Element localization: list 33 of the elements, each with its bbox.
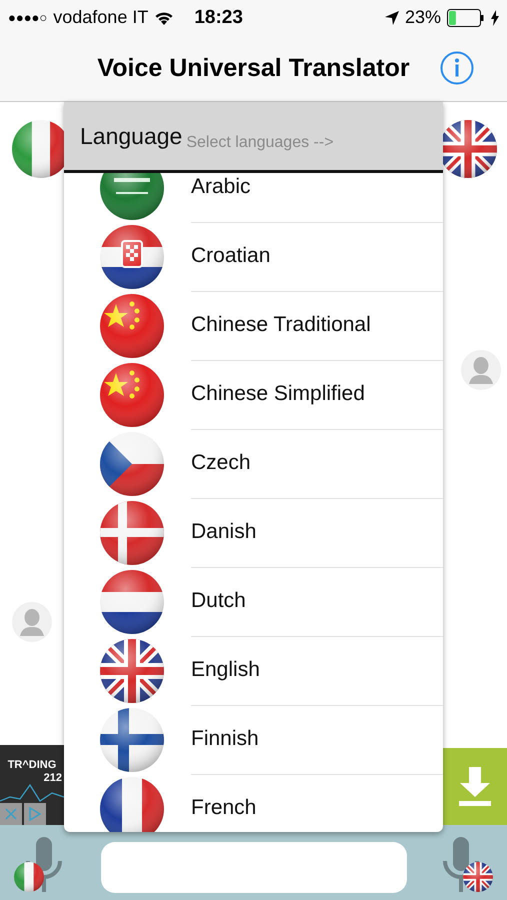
- ad-brand: 212: [44, 772, 62, 784]
- ad-brand: TR^DING: [8, 759, 56, 772]
- language-item[interactable]: Czech: [64, 429, 443, 498]
- flag-icon: [100, 173, 164, 220]
- dropdown-title: Language: [80, 122, 182, 150]
- download-button[interactable]: [443, 748, 507, 825]
- language-item[interactable]: Arabic: [64, 173, 443, 222]
- avatar-icon: [12, 602, 52, 642]
- language-item[interactable]: Croatian: [64, 222, 443, 291]
- battery-percent: 23%: [404, 7, 441, 28]
- language-item[interactable]: French: [64, 774, 443, 832]
- wifi-icon: [154, 10, 174, 25]
- info-icon[interactable]: [440, 51, 474, 85]
- avatar-icon: [461, 350, 501, 390]
- text-input-field[interactable]: [100, 842, 406, 893]
- play-icon: [29, 807, 41, 821]
- app-title: Voice Universal Translator: [97, 54, 410, 82]
- language-item[interactable]: Chinese Traditional: [64, 291, 443, 360]
- language-item[interactable]: Finnish: [64, 705, 443, 774]
- language-item[interactable]: Chinese Simplified: [64, 360, 443, 429]
- close-icon: [5, 808, 17, 820]
- clock-time: 18:23: [194, 6, 243, 28]
- hint-text: Select languages -->: [186, 134, 334, 152]
- language-item[interactable]: English: [64, 636, 443, 705]
- flag-icon: [463, 862, 493, 892]
- language-item[interactable]: Dutch: [64, 567, 443, 636]
- signal-dots: ●●●●○: [8, 10, 48, 25]
- location-arrow-icon: [384, 10, 399, 24]
- battery-icon: [447, 8, 485, 26]
- flag-icon: [14, 862, 44, 892]
- carrier-name: vodafone IT: [53, 7, 148, 28]
- download-icon: [458, 766, 492, 806]
- language-item[interactable]: Danish: [64, 498, 443, 567]
